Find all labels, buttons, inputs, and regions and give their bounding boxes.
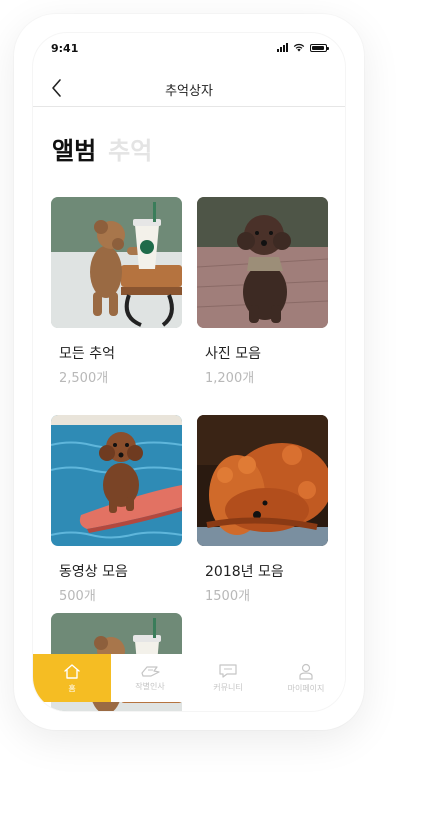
album-title: 모든 추억 (59, 346, 115, 362)
album-thumbnail (51, 415, 182, 546)
tab-community-label: 커뮤니티 (213, 683, 243, 692)
tab-album[interactable]: 앨범 (52, 131, 96, 166)
tab-mypage-label: 마이페이지 (287, 683, 325, 693)
home-icon (64, 663, 80, 679)
album-title: 2018년 모음 (205, 564, 284, 580)
album-card-all[interactable]: 모든 추억 2,500개 (51, 197, 182, 386)
status-icons (277, 43, 329, 52)
wave-icon (141, 666, 160, 677)
album-thumbnail (197, 197, 328, 328)
page-title: 추억상자 (165, 84, 213, 99)
tab-mypage[interactable]: 마이페이지 (267, 654, 345, 702)
album-thumbnail (197, 415, 328, 546)
signal-icon (277, 43, 288, 52)
navigation-bar: 추억상자 (33, 69, 345, 107)
chat-icon (219, 664, 237, 678)
album-title: 사진 모음 (205, 346, 261, 362)
tab-home-label: 홈 (68, 683, 76, 693)
tab-farewell-label: 작별인사 (135, 682, 165, 691)
phone-screen: 9:41 추억상자 앨범 추억 모든 추억 2,500개 사진 모음 1,200… (33, 33, 345, 711)
status-bar: 9:41 (33, 33, 345, 69)
tab-home[interactable]: 홈 (33, 654, 111, 702)
album-title: 동영상 모음 (59, 564, 128, 580)
wifi-icon (293, 43, 305, 52)
album-tabs: 앨범 추억 (52, 131, 152, 166)
tab-farewell[interactable]: 작별인사 (111, 654, 189, 702)
person-icon (299, 663, 313, 680)
album-card-2018[interactable]: 2018년 모음 1500개 (197, 415, 328, 604)
tab-memory[interactable]: 추억 (108, 131, 152, 166)
bottom-tab-bar: 홈 작별인사 커뮤니티 마이페이지 (33, 654, 345, 702)
album-count: 1,200개 (205, 371, 255, 386)
album-card-videos[interactable]: 동영상 모음 500개 (51, 415, 182, 604)
album-count: 2,500개 (59, 371, 109, 386)
album-thumbnail (51, 197, 182, 328)
battery-icon (310, 43, 329, 52)
phone-frame: 9:41 추억상자 앨범 추억 모든 추억 2,500개 사진 모음 1,200… (14, 14, 364, 730)
album-card-photos[interactable]: 사진 모음 1,200개 (197, 197, 328, 386)
album-count: 500개 (59, 589, 96, 604)
tab-community[interactable]: 커뮤니티 (189, 654, 267, 702)
album-count: 1500개 (205, 589, 251, 604)
status-time: 9:41 (51, 42, 79, 55)
